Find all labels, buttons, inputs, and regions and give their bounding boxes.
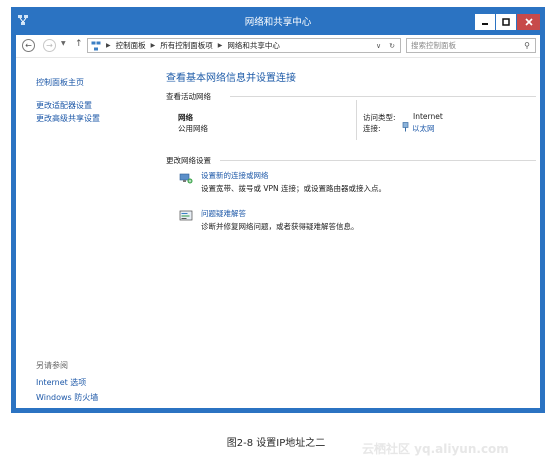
network-type: 公用网络: [178, 124, 208, 133]
up-arrow-icon: ↑: [75, 39, 83, 49]
search-input[interactable]: 搜索控制面板 ⚲: [406, 38, 536, 53]
window-title: 网络和共享中心: [244, 17, 312, 28]
maximize-icon: [502, 18, 510, 26]
address-dropdown-icon[interactable]: ∨: [376, 42, 381, 50]
close-icon: [524, 18, 533, 26]
see-also-heading: 另请参阅: [36, 361, 68, 370]
forward-arrow-icon: →: [46, 41, 53, 50]
breadcrumb-all-items[interactable]: 所有控制面板项: [160, 40, 213, 51]
refresh-icon[interactable]: ↻: [389, 42, 395, 50]
setup-connection-desc: 设置宽带、拨号或 VPN 连接；或设置路由器或接入点。: [201, 184, 387, 193]
connections-label: 连接:: [363, 124, 381, 133]
section-divider: [230, 96, 536, 97]
forward-button[interactable]: →: [43, 39, 56, 52]
troubleshoot-desc: 诊断并修复网络问题，或者获得疑难解答信息。: [201, 222, 359, 231]
new-connection-icon: [179, 173, 193, 184]
maximize-button[interactable]: [496, 14, 516, 30]
address-bar[interactable]: ▶ 控制面板 ▶ 所有控制面板项 ▶ 网络和共享中心 ∨ ↻: [87, 38, 401, 53]
chevron-right-icon: ▶: [150, 42, 156, 49]
back-arrow-icon: ←: [25, 41, 32, 50]
minimize-icon: [482, 23, 488, 25]
close-button[interactable]: [517, 14, 540, 30]
control-panel-icon: [91, 41, 101, 50]
access-type-label: 访问类型:: [363, 113, 396, 122]
network-sharing-window: 网络和共享中心 ← → ▼ ↑ ▶ 控制面板 ▶ 所有控制面板项 ▶ 网络和共享…: [11, 7, 545, 413]
back-button[interactable]: ←: [22, 39, 35, 52]
search-placeholder: 搜索控制面板: [411, 41, 456, 50]
section-divider: [220, 160, 536, 161]
title-bar[interactable]: 网络和共享中心: [11, 7, 545, 33]
sidebar-item-windows-firewall[interactable]: Windows 防火墙: [36, 392, 98, 403]
network-name: 网络: [178, 113, 193, 122]
troubleshoot-icon: [179, 210, 193, 221]
ethernet-connection-link[interactable]: 以太网: [412, 123, 435, 134]
access-type-value: Internet: [413, 112, 443, 121]
minimize-button[interactable]: [475, 14, 495, 30]
troubleshoot-link[interactable]: 问题疑难解答: [201, 208, 246, 219]
chevron-right-icon: ▶: [217, 42, 223, 49]
recent-locations-dropdown[interactable]: ▼: [61, 40, 66, 47]
ethernet-icon: [402, 122, 409, 132]
navigation-bar: ← → ▼ ↑ ▶ 控制面板 ▶ 所有控制面板项 ▶ 网络和共享中心 ∨ ↻ 搜…: [16, 35, 540, 58]
setup-connection-link[interactable]: 设置新的连接或网络: [201, 170, 269, 181]
sidebar-item-internet-options[interactable]: Internet 选项: [36, 377, 86, 388]
sidebar-item-adapter-settings[interactable]: 更改适配器设置: [36, 100, 92, 111]
window-content: ← → ▼ ↑ ▶ 控制面板 ▶ 所有控制面板项 ▶ 网络和共享中心 ∨ ↻ 搜…: [16, 35, 540, 408]
search-icon[interactable]: ⚲: [524, 41, 530, 50]
up-button[interactable]: ↑: [75, 39, 83, 49]
sidebar-item-advanced-sharing[interactable]: 更改高级共享设置: [36, 113, 100, 124]
breadcrumb-control-panel[interactable]: 控制面板: [116, 40, 146, 51]
page-title: 查看基本网络信息并设置连接: [166, 73, 296, 84]
watermark: 云栖社区 yq.aliyun.com: [362, 442, 509, 456]
active-networks-heading: 查看活动网络: [166, 92, 211, 101]
sidebar-item-home[interactable]: 控制面板主页: [36, 77, 84, 88]
breadcrumb-network-center[interactable]: 网络和共享中心: [227, 40, 280, 51]
network-divider: [356, 100, 357, 140]
change-settings-heading: 更改网络设置: [166, 156, 211, 165]
chevron-right-icon: ▶: [106, 42, 111, 49]
